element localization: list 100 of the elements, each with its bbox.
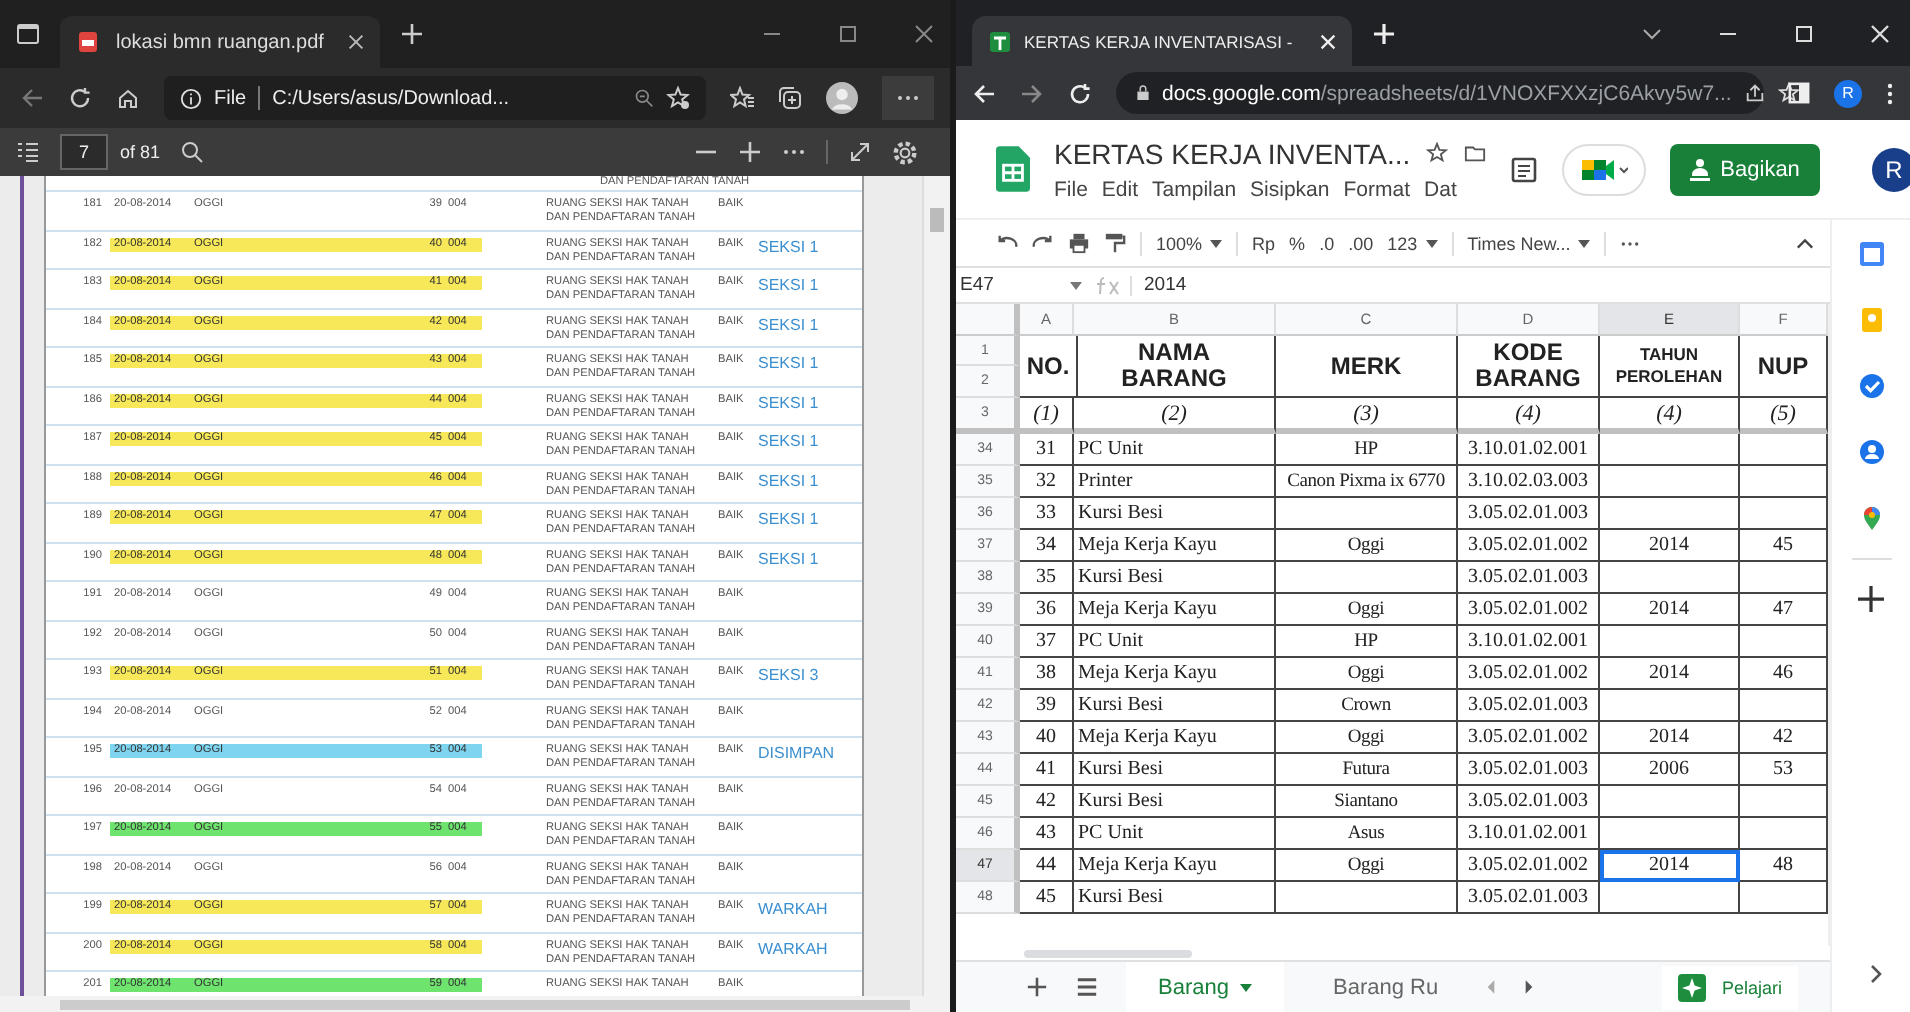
share-button[interactable]: Bagikan [1670,143,1820,195]
table-cell[interactable]: 3.05.02.01.003 [1458,690,1600,722]
explore-button[interactable]: Pelajari [1661,965,1798,1009]
table-cell[interactable]: 2014 [1600,530,1740,562]
caret-icon[interactable] [1578,239,1591,247]
table-cell[interactable]: 43 [1020,818,1074,850]
profile-avatar[interactable]: R [1834,79,1862,107]
table-cell[interactable]: Oggi [1276,530,1458,562]
percent-format-button[interactable]: % [1289,233,1306,253]
table-cell[interactable] [1600,498,1740,530]
table-cell[interactable]: 38 [1020,658,1074,690]
table-cell[interactable]: HP [1276,626,1458,658]
table-cell[interactable] [1600,882,1740,914]
menu-item[interactable]: Sisipkan [1250,177,1330,201]
currency-format-button[interactable]: Rp [1252,233,1276,253]
table-cell[interactable]: 3.10.02.03.003 [1458,466,1600,498]
table-cell[interactable]: 2006 [1600,754,1740,786]
caret-icon[interactable] [1240,983,1253,991]
table-cell[interactable]: 3.05.02.01.002 [1458,530,1600,562]
table-cell[interactable] [1600,626,1740,658]
table-cell[interactable]: 3.05.02.01.003 [1458,786,1600,818]
reload-icon[interactable] [68,86,92,110]
table-cell[interactable]: 42 [1020,786,1074,818]
zoom-icon[interactable] [634,88,654,108]
table-cell[interactable]: Oggi [1276,658,1458,690]
name-box[interactable]: E47 [960,274,1064,296]
table-cell[interactable]: 33 [1020,498,1074,530]
table-cell[interactable]: PC Unit [1074,818,1276,850]
table-cell[interactable]: 3.10.01.02.001 [1458,626,1600,658]
info-icon[interactable] [180,87,202,109]
table-cell[interactable]: Meja Kerja Kayu [1074,850,1276,882]
table-cell[interactable]: Kursi Besi [1074,754,1276,786]
side-panel-icon[interactable] [1788,82,1810,104]
table-cell[interactable]: 3.10.01.02.001 [1458,434,1600,466]
table-cell[interactable]: Kursi Besi [1074,498,1276,530]
address-bar[interactable]: File C:/Users/asus/Download... [164,76,706,120]
table-cell[interactable] [1600,562,1740,594]
person-icon[interactable] [1690,157,1711,181]
number-format-dropdown[interactable]: 123 [1387,233,1418,253]
paint-format-icon[interactable] [1104,232,1126,254]
table-cell[interactable]: 32 [1020,466,1074,498]
table-cell[interactable]: 2014 [1600,722,1740,754]
new-tab-icon[interactable] [400,22,424,46]
increase-decimal-button[interactable]: .00 [1348,233,1374,253]
table-cell[interactable]: HP [1276,434,1458,466]
table-cell[interactable]: Asus [1276,818,1458,850]
contacts-icon[interactable] [1857,438,1885,466]
table-cell[interactable] [1276,882,1458,914]
table-cell[interactable]: 3.05.02.01.002 [1458,594,1600,626]
table-cell[interactable] [1600,690,1740,722]
forward-icon[interactable] [1020,81,1044,105]
table-cell[interactable]: 3.05.02.01.003 [1458,498,1600,530]
table-cell[interactable]: 2014 [1600,594,1740,626]
table-cell[interactable]: 41 [1020,754,1074,786]
table-cell[interactable]: Oggi [1276,850,1458,882]
table-cell[interactable]: Canon Pixma ix 6770 [1276,466,1458,498]
video-camera-icon[interactable] [1580,155,1629,183]
expand-panel-icon[interactable] [1869,964,1881,984]
add-sheet-icon[interactable] [1026,976,1048,998]
menu-item[interactable]: File [1054,177,1088,201]
menu-item[interactable]: Dat [1424,177,1457,201]
table-cell[interactable]: Kursi Besi [1074,690,1276,722]
sparkle-icon[interactable] [1677,973,1706,1001]
calendar-icon[interactable] [1857,240,1885,268]
table-cell[interactable]: 2014 [1600,850,1740,882]
share-icon[interactable] [1743,82,1766,104]
sheets-logo-icon[interactable] [996,146,1030,192]
collapse-icon[interactable] [1796,237,1814,249]
tasks-icon[interactable] [1857,372,1885,400]
table-cell[interactable]: PC Unit [1074,434,1276,466]
browser-tab[interactable]: KERTAS KERJA INVENTARISASI - [972,16,1352,66]
caret-icon[interactable] [1070,281,1082,289]
print-icon[interactable] [1068,232,1090,254]
account-avatar[interactable]: R [1871,147,1910,191]
document-title[interactable]: KERTAS KERJA INVENTA... [1054,137,1411,169]
page-number-field[interactable]: 7 [60,134,108,170]
table-cell[interactable]: 35 [1020,562,1074,594]
settings-icon[interactable] [892,139,918,165]
table-cell[interactable]: Kursi Besi [1074,786,1276,818]
table-cell[interactable]: 31 [1020,434,1074,466]
sheet-tab[interactable]: Barang Ru [1312,962,1459,1012]
table-cell[interactable] [1600,786,1740,818]
table-cell[interactable]: 40 [1020,722,1074,754]
table-cell[interactable]: 3.05.02.01.002 [1458,850,1600,882]
table-cell[interactable]: Meja Kerja Kayu [1074,594,1276,626]
vertical-scrollbar[interactable] [922,176,950,996]
bookmark-star-icon[interactable] [1777,82,1800,104]
table-cell[interactable]: 3.05.02.01.003 [1458,562,1600,594]
all-sheets-icon[interactable] [1076,976,1098,998]
menu-item[interactable]: Format [1343,177,1411,201]
browser-tab[interactable]: lokasi bmn ruangan.pdf [60,16,380,68]
add-favorite-icon[interactable] [666,86,690,110]
table-of-contents-icon[interactable] [16,140,40,164]
table-cell[interactable]: 34 [1020,530,1074,562]
table-cell[interactable]: Meja Kerja Kayu [1074,722,1276,754]
table-cell[interactable]: 3.05.02.01.003 [1458,754,1600,786]
horizontal-scrollbar[interactable] [0,996,950,1012]
home-icon[interactable] [116,86,140,110]
table-cell[interactable]: 3.05.02.01.002 [1458,658,1600,690]
table-cell[interactable]: 37 [1020,626,1074,658]
